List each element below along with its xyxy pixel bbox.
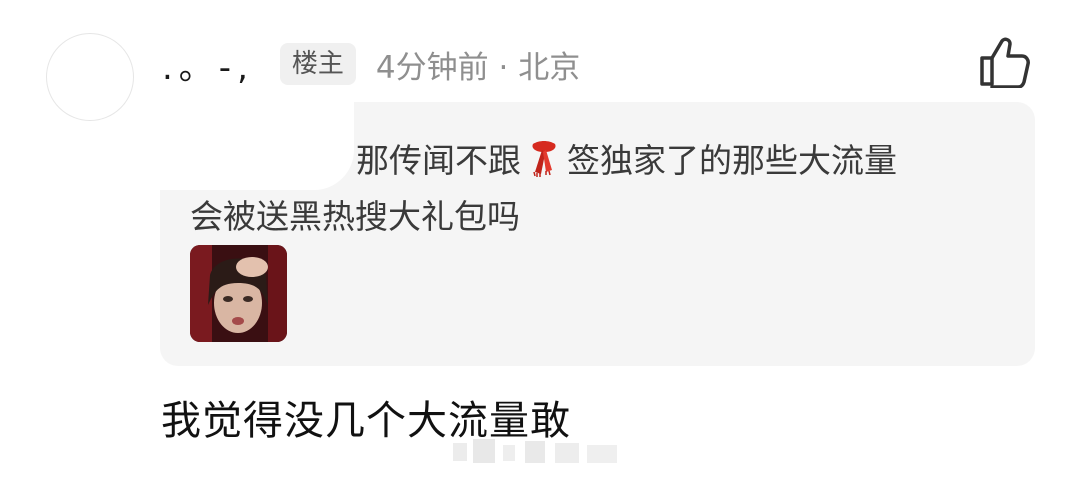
- comment-header: .。-, 楼主 4分钟前 · 北京: [162, 38, 580, 90]
- meme-image[interactable]: [190, 245, 287, 342]
- like-button[interactable]: [978, 36, 1032, 89]
- redacted-area: [160, 102, 354, 190]
- quote-text-part2: 签独家了的那些大流量: [567, 141, 897, 180]
- thumbs-up-icon: [980, 37, 1030, 89]
- quoted-comment[interactable]: 那传闻不跟 签独家了的那些大流量 会被送黑热搜大礼包吗: [160, 102, 1035, 366]
- red-scarf-icon: [525, 138, 563, 178]
- quote-text-line1: 那传闻不跟 签独家了的那些大流量: [356, 134, 897, 182]
- op-badge: 楼主: [279, 43, 356, 85]
- quote-text-line2: 会被送黑热搜大礼包吗: [190, 197, 520, 236]
- user-avatar[interactable]: [46, 33, 134, 121]
- username[interactable]: .。-,: [162, 40, 254, 89]
- blurred-watermark: [445, 433, 630, 469]
- quote-text-part1: 那传闻不跟: [356, 141, 521, 180]
- comment-meta: 4分钟前 · 北京: [375, 49, 581, 86]
